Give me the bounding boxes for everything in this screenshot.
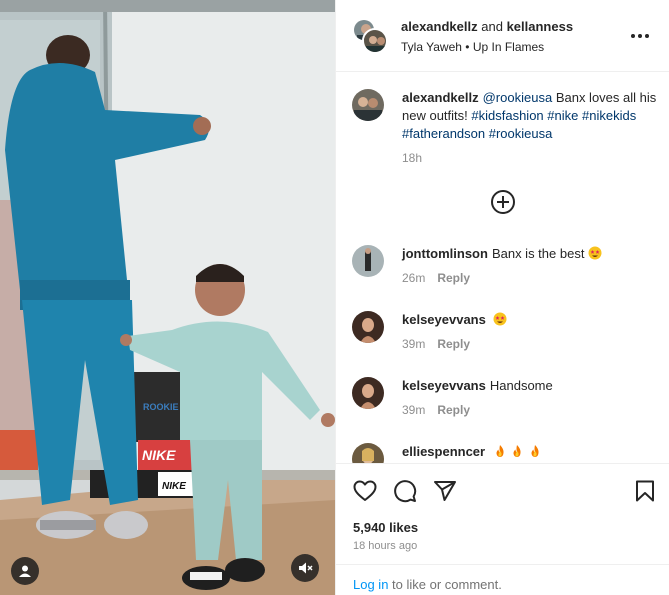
like-button[interactable] — [352, 478, 378, 504]
comment-text: elliespenncer — [402, 443, 657, 461]
caption-username[interactable]: alexandkellz — [402, 90, 479, 105]
comment-item: kelseyevvans Handsome 39m Reply — [352, 377, 657, 427]
comment-text: jonttomlinson Banx is the best — [402, 245, 657, 263]
caption-age: 18h — [402, 151, 423, 165]
collab-avatars[interactable] — [352, 18, 388, 54]
comment-body: Banx is the best — [491, 246, 585, 261]
comment-username[interactable]: kelseyevvans — [402, 378, 486, 393]
post-authors: alexandkellz and kellanness — [401, 19, 573, 34]
hashtag[interactable]: #kidsfashion — [471, 108, 543, 123]
heart-icon — [353, 480, 377, 501]
post-timestamp[interactable]: 18 hours ago — [353, 540, 417, 552]
music-separator: • — [465, 40, 470, 54]
comment-username[interactable]: kelseyevvans — [402, 312, 486, 327]
fire-emoji-icon — [513, 445, 521, 457]
fire-emoji-icon — [496, 445, 504, 457]
comment-item: elliespenncer — [352, 443, 657, 463]
reply-button[interactable]: Reply — [437, 337, 470, 351]
svg-text:NIKE: NIKE — [162, 481, 186, 492]
user-icon — [19, 565, 31, 577]
tagged-users-button[interactable] — [11, 557, 39, 585]
fire-emoji-icon — [531, 445, 539, 457]
author-link-1[interactable]: alexandkellz — [401, 19, 478, 34]
avatar[interactable] — [352, 311, 384, 343]
login-prompt-text: to like or comment. — [392, 577, 502, 592]
save-button[interactable] — [632, 478, 658, 504]
hashtag[interactable]: #nike — [547, 108, 578, 123]
star-struck-emoji-icon — [493, 312, 507, 326]
avatar[interactable] — [352, 245, 384, 277]
video-frame: ROOKIE NIKE NIKE — [0, 0, 335, 595]
hashtag[interactable]: #nikekids — [582, 108, 636, 123]
likes-count[interactable]: 5,940 likes — [353, 520, 418, 535]
comment-body: Handsome — [489, 378, 553, 393]
comment-username[interactable]: elliespenncer — [402, 444, 485, 459]
box-brand-rookie: ROOKIE — [143, 402, 179, 412]
post-header: alexandkellz and kellanness Tyla Yaweh •… — [336, 0, 669, 72]
avatar[interactable] — [352, 443, 384, 463]
more-options-button[interactable] — [628, 24, 652, 48]
bookmark-icon — [636, 480, 654, 502]
instagram-post: ROOKIE NIKE NIKE alexandkellz and kellan… — [0, 0, 669, 595]
comments-list[interactable]: alexandkellz @rookieusa Banx loves all hi… — [336, 73, 669, 463]
caption-text: alexandkellz @rookieusa Banx loves all hi… — [402, 89, 657, 143]
comment-meta: 39m Reply — [402, 337, 470, 351]
avatar[interactable] — [352, 89, 384, 121]
box-brand-nike: NIKE — [142, 447, 176, 463]
comment-text: kelseyevvans — [402, 311, 657, 329]
hashtag[interactable]: #rookieusa — [489, 126, 553, 141]
reply-button[interactable]: Reply — [437, 271, 470, 285]
post-actions: 5,940 likes 18 hours ago Log in to like … — [336, 463, 669, 595]
login-prompt: Log in to like or comment. — [336, 564, 669, 595]
comment-meta: 39m Reply — [402, 403, 470, 417]
share-icon — [434, 481, 456, 501]
post-side-panel: alexandkellz and kellanness Tyla Yaweh •… — [335, 0, 669, 595]
caption-mention[interactable]: @rookieusa — [483, 90, 553, 105]
comment-age: 26m — [402, 271, 426, 285]
comment-item: kelseyevvans 39m Reply — [352, 311, 657, 361]
comment-meta: 26m Reply — [402, 271, 470, 285]
music-artist: Tyla Yaweh — [401, 40, 462, 54]
music-track: Up In Flames — [472, 40, 545, 54]
comment-icon — [394, 480, 417, 503]
star-struck-emoji-icon — [588, 246, 602, 260]
comment-age: 39m — [402, 403, 426, 417]
comment-username[interactable]: jonttomlinson — [402, 246, 488, 261]
authors-joiner: and — [481, 19, 503, 34]
comment-text: kelseyevvans Handsome — [402, 377, 657, 395]
avatar[interactable] — [352, 377, 384, 409]
muted-speaker-icon — [299, 562, 313, 574]
comment-item: jonttomlinson Banx is the best 26m Reply — [352, 245, 657, 295]
mute-toggle-button[interactable] — [291, 554, 319, 582]
music-info[interactable]: Tyla Yaweh • Up In Flames — [401, 40, 544, 54]
plus-circle-icon[interactable] — [490, 189, 516, 215]
comment-button[interactable] — [392, 478, 418, 504]
comment-age: 39m — [402, 337, 426, 351]
avatar[interactable] — [362, 28, 388, 54]
author-link-2[interactable]: kellanness — [507, 19, 574, 34]
hashtag[interactable]: #fatherandson — [402, 126, 485, 141]
post-video[interactable]: ROOKIE NIKE NIKE — [0, 0, 335, 595]
more-horizontal-icon — [631, 34, 649, 38]
login-link[interactable]: Log in — [353, 577, 388, 592]
share-button[interactable] — [432, 478, 458, 504]
reply-button[interactable]: Reply — [437, 403, 470, 417]
caption: alexandkellz @rookieusa Banx loves all hi… — [352, 89, 657, 169]
